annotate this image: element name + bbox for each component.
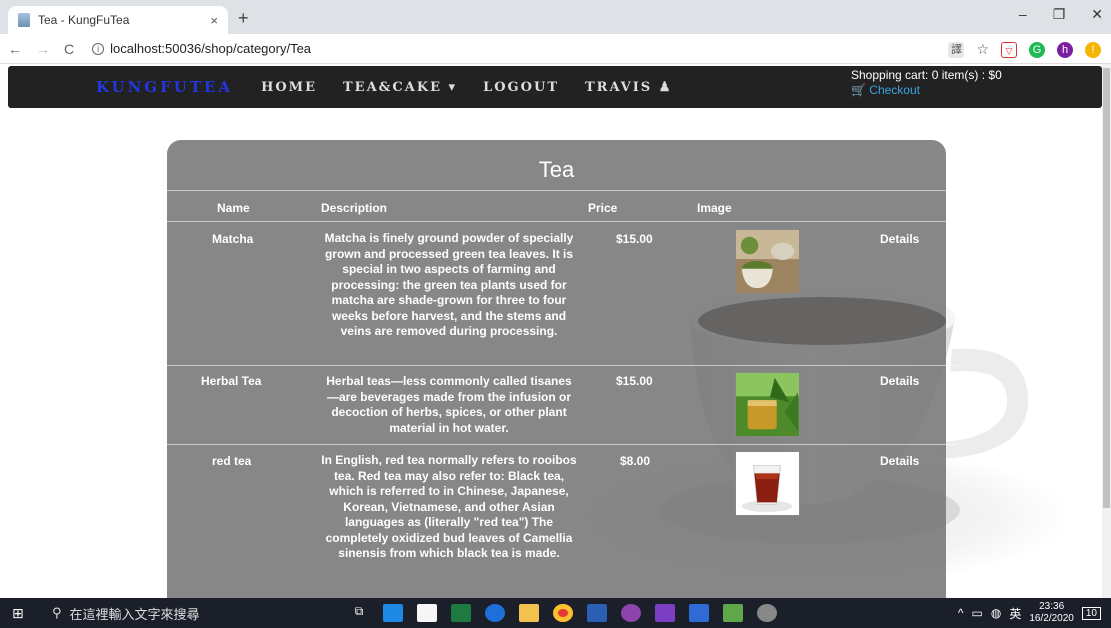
product-description: Herbal teas—less commonly called tisanes… [326, 374, 572, 435]
restore-button[interactable]: ❐ [1053, 6, 1066, 23]
product-description: Matcha is finely ground powder of specia… [324, 231, 574, 338]
pocket-icon[interactable]: ▽ [1001, 41, 1017, 58]
update-alert-icon[interactable]: ! [1085, 41, 1101, 58]
notepad-icon[interactable] [723, 604, 743, 622]
nav-tea-cake-dropdown[interactable]: TEA&CAKE ▾ [343, 80, 457, 95]
translate-icon[interactable]: 譯 [948, 41, 965, 58]
tab-close-icon[interactable]: × [210, 13, 218, 28]
product-description: In English, red tea normally refers to r… [321, 453, 577, 560]
column-header-price: Price [588, 201, 618, 215]
clock-time: 23:36 [1039, 601, 1065, 612]
network-icon[interactable]: ▭ [972, 606, 983, 620]
product-name: Matcha [212, 232, 254, 246]
scrollbar-thumb[interactable] [1103, 68, 1110, 508]
os-taskbar: ⊞ ⚲ 在這裡輸入文字來搜尋 ⧉ ^ ▭ ◍ 英 23:36 16/2/2020… [0, 598, 1111, 628]
nav-logout-link[interactable]: LOGOUT [483, 80, 559, 95]
photos-icon[interactable] [689, 604, 709, 622]
app-l-icon[interactable] [383, 604, 403, 622]
url-text[interactable]: localhost:50036/shop/category/Tea [110, 41, 311, 56]
taskbar-search-placeholder[interactable]: 在這裡輸入文字來搜尋 [70, 604, 200, 623]
reload-icon[interactable]: C [64, 41, 74, 57]
tab-title: Tea - KungFuTea [38, 13, 130, 27]
row-divider [152, 365, 958, 366]
window-close-button[interactable]: ✕ [1091, 6, 1103, 23]
column-header-image: Image [697, 201, 732, 215]
cart-status-text: Shopping cart: 0 item(s) : $0 [851, 68, 1002, 82]
herbal-tea-product-image[interactable] [735, 372, 800, 437]
browser-tab[interactable]: Tea - KungFuTea × [8, 6, 228, 34]
nav-user-link[interactable]: TRAVIS ♟ [585, 80, 672, 95]
nav-home-link[interactable]: HOME [261, 80, 317, 95]
site-info-icon[interactable]: i [92, 42, 105, 55]
excel-icon[interactable] [451, 604, 471, 622]
chrome-icon[interactable] [553, 604, 573, 622]
details-link[interactable]: Details [880, 374, 919, 388]
product-name: Herbal Tea [201, 374, 262, 388]
minimize-button[interactable]: – [1019, 6, 1027, 23]
address-bar: ← → C i localhost:50036/shop/category/Te… [0, 34, 1111, 64]
matcha-product-image[interactable] [735, 229, 800, 294]
volume-muted-icon[interactable]: ◍ [991, 606, 1001, 620]
grammarly-icon[interactable]: G [1029, 41, 1045, 58]
bookmark-star-icon[interactable]: ☆ [976, 41, 989, 58]
visual-studio-icon[interactable] [655, 604, 675, 622]
tray-chevron-icon[interactable]: ^ [958, 606, 964, 620]
details-link[interactable]: Details [880, 454, 919, 468]
store-icon[interactable] [417, 604, 437, 622]
red-tea-product-image[interactable] [735, 451, 800, 516]
clock[interactable]: 23:36 16/2/2020 [1029, 601, 1074, 625]
back-arrow-icon[interactable]: ← [8, 41, 22, 57]
profile-avatar[interactable]: h [1057, 41, 1073, 58]
user-icon: ♟ [652, 79, 673, 95]
edge-icon[interactable] [485, 604, 505, 622]
notification-center-button[interactable]: 10 [1081, 606, 1101, 620]
product-price: $8.00 [620, 454, 651, 468]
file-explorer-icon[interactable] [519, 604, 539, 622]
column-header-name: Name [217, 201, 250, 215]
site-brand-logo[interactable]: KUNGFUTEA [96, 78, 233, 96]
details-link[interactable]: Details [880, 232, 919, 246]
category-title: Tea [538, 157, 575, 182]
page-scrollbar[interactable] [1102, 64, 1111, 598]
nav-user-name: TRAVIS [585, 79, 653, 95]
product-price: $15.00 [616, 232, 653, 246]
site-navbar: KUNGFUTEA HOME TEA&CAKE ▾ LOGOUT TRAVIS … [8, 66, 1102, 108]
shopping-cart-summary: Shopping cart: 0 item(s) : $0 🛒 Checkout [851, 68, 1002, 98]
table-top-divider [152, 190, 958, 191]
cart-icon: 🛒 [851, 83, 866, 97]
task-view-icon[interactable]: ⧉ [349, 604, 369, 622]
product-name: red tea [212, 454, 252, 468]
checkout-link[interactable]: 🛒 Checkout [851, 83, 1002, 98]
new-tab-button[interactable]: + [238, 8, 249, 29]
system-tray: ^ ▭ ◍ 英 23:36 16/2/2020 10 [958, 601, 1101, 625]
row-divider [152, 444, 958, 445]
taskbar-search[interactable]: ⚲ 在這裡輸入文字來搜尋 [52, 604, 337, 623]
word-icon[interactable] [587, 604, 607, 622]
clock-date: 16/2/2020 [1029, 613, 1074, 624]
column-header-description: Description [321, 201, 388, 215]
ime-indicator[interactable]: 英 [1009, 605, 1021, 622]
browser-tab-strip: Tea - KungFuTea × + – ❐ ✕ [0, 0, 1111, 34]
page-viewport: KUNGFUTEA HOME TEA&CAKE ▾ LOGOUT TRAVIS … [0, 64, 1102, 598]
windows-start-icon[interactable]: ⊞ [12, 605, 34, 622]
table-header-divider [152, 221, 958, 222]
paint-icon[interactable] [757, 604, 777, 622]
url-field[interactable]: i localhost:50036/shop/category/Tea [92, 41, 311, 56]
product-price: $15.00 [616, 374, 653, 388]
checkout-label[interactable]: Checkout [869, 83, 920, 97]
search-icon: ⚲ [52, 605, 62, 620]
media-icon[interactable] [621, 604, 641, 622]
forward-arrow-icon[interactable]: → [36, 41, 50, 57]
page-favicon-icon [18, 13, 30, 27]
